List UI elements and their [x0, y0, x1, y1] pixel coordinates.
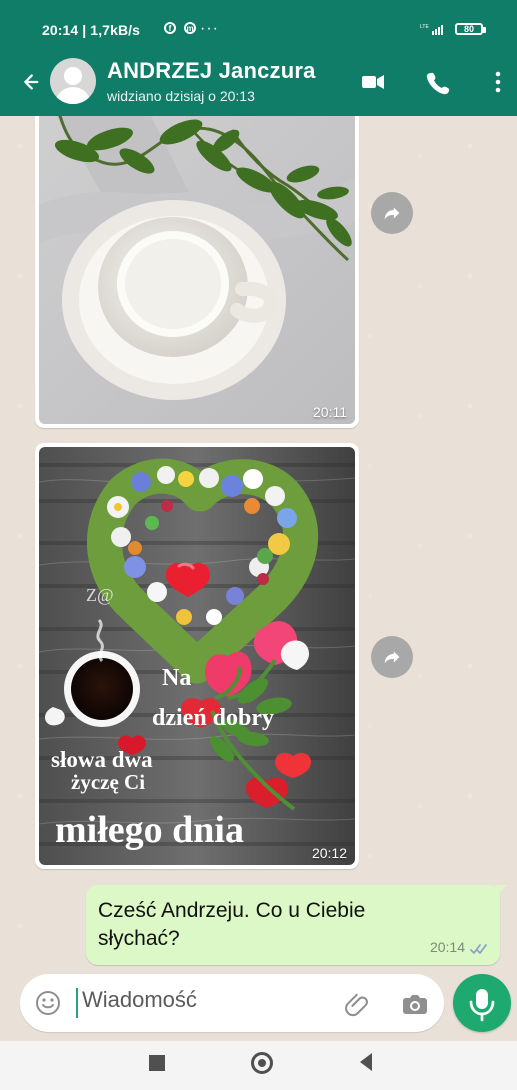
messenger-icon: m [184, 22, 196, 34]
mic-button[interactable] [453, 974, 511, 1032]
chat-header: ANDRZEJ Janczura widziano dzisiaj o 20:1… [0, 58, 517, 116]
back-icon[interactable] [18, 68, 40, 96]
greeting-line-5: miłego dnia [55, 809, 244, 851]
video-call-icon[interactable] [359, 68, 387, 96]
share-button-2[interactable] [371, 636, 413, 678]
signal-icon: LTE [420, 24, 443, 35]
contact-name[interactable]: ANDRZEJ Janczura [107, 58, 316, 84]
status-bar: 20:14 | 1,7kB/s f m ··· LTE 80 [0, 0, 517, 58]
coffee-cup-photo[interactable] [39, 116, 355, 424]
avatar-head [64, 67, 82, 85]
more-icon[interactable] [484, 68, 512, 96]
greeting-image-art: Z@ Na dzień dobry słowa dwa życzę Ci mił… [39, 447, 355, 865]
chat-area: 20:11 Z@ Na dzień dobry słowa dwa życzę … [0, 116, 517, 974]
photo-message[interactable]: 20:11 [35, 116, 359, 428]
message-text: Cześć Andrzeju. Co u Ciebie słychać? [98, 899, 366, 950]
share-icon [384, 651, 400, 664]
greeting-line-4: życzę Ci [71, 770, 145, 794]
greeting-line-3: słowa dwa [51, 747, 153, 772]
photo-time: 20:11 [313, 404, 347, 420]
status-more-dots: ··· [200, 20, 219, 37]
avatar-body [55, 87, 91, 104]
greeting-line-1: Na [162, 665, 191, 691]
message-composer[interactable]: Wiadomość [20, 974, 444, 1032]
signal-label: LTE [420, 24, 429, 30]
facebook-icon: f [164, 22, 176, 34]
avatar[interactable] [50, 58, 96, 104]
greeting-image[interactable]: Z@ Na dzień dobry słowa dwa życzę Ci mił… [39, 447, 355, 865]
mic-icon [469, 989, 495, 1022]
text-cursor [76, 988, 78, 1018]
camera-icon[interactable] [401, 991, 429, 1017]
recent-apps-icon[interactable] [149, 1055, 165, 1071]
coffee-cup-image [39, 116, 355, 424]
system-back-icon[interactable] [360, 1053, 372, 1071]
share-icon [384, 207, 400, 220]
read-check-icon [470, 944, 487, 954]
battery-indicator: 80 [455, 23, 486, 35]
message-time: 20:14 [429, 939, 465, 955]
last-seen: widziano dzisiaj o 20:13 [107, 88, 255, 104]
system-nav-bar [0, 1041, 517, 1090]
greeting-time: 20:12 [311, 845, 347, 861]
status-left-text: 20:14 | 1,7kB/s [42, 22, 141, 38]
emoji-icon[interactable] [34, 989, 62, 1017]
attach-icon[interactable] [344, 991, 370, 1017]
phone-icon[interactable] [423, 68, 451, 96]
greeting-line-2: dzień dobry [152, 705, 274, 731]
greeting-signature: Z@ [86, 585, 114, 605]
outgoing-message[interactable]: Cześć Andrzeju. Co u Ciebie słychać? 20:… [86, 885, 507, 965]
status-app-icons: f m [164, 22, 196, 34]
greeting-image-message[interactable]: Z@ Na dzień dobry słowa dwa życzę Ci mił… [35, 443, 359, 869]
home-icon[interactable] [251, 1052, 273, 1074]
share-button-1[interactable] [371, 192, 413, 234]
message-input[interactable]: Wiadomość [82, 987, 332, 1013]
